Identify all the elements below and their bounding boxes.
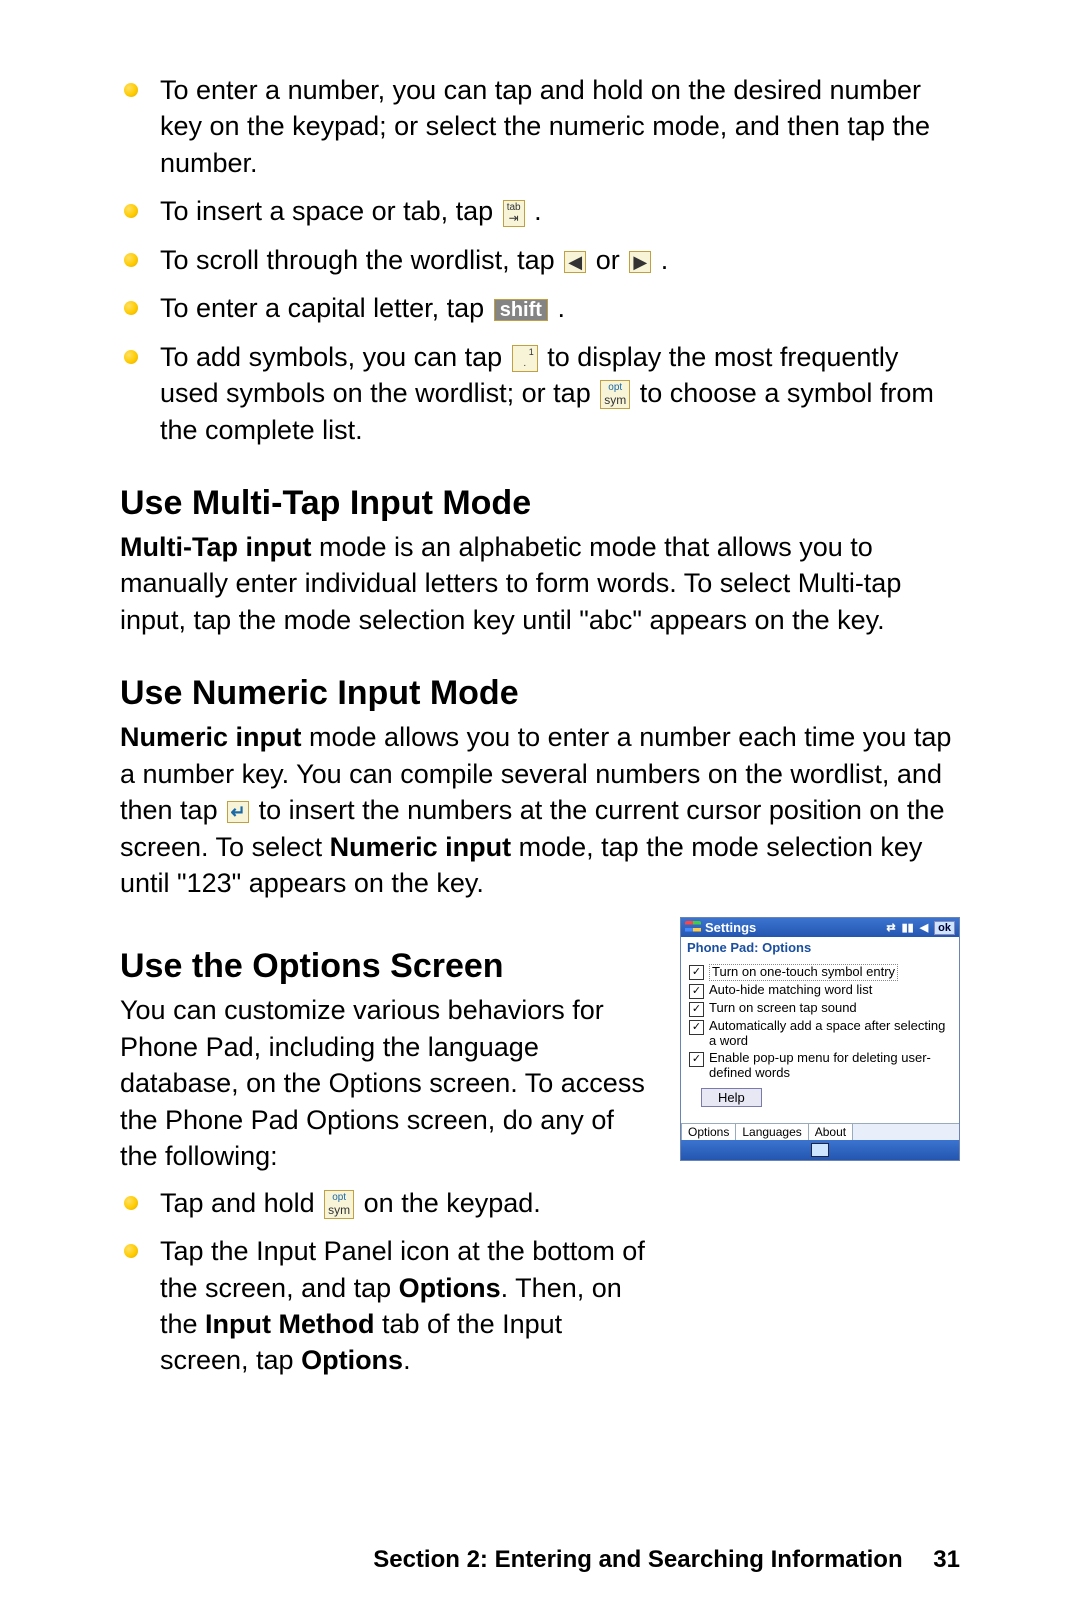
bullet-item: To enter a capital letter, tap shift . bbox=[120, 290, 960, 326]
ok-button[interactable]: ok bbox=[934, 921, 955, 935]
bold-text: Options bbox=[399, 1273, 501, 1303]
bullet-item: Tap and hold optsym on the keypad. bbox=[120, 1185, 656, 1221]
right-arrow-key-icon: ▶ bbox=[629, 251, 651, 273]
option-row[interactable]: ✓ Turn on one-touch symbol entry bbox=[689, 963, 951, 982]
bullet-text: To add symbols, you can tap bbox=[160, 342, 510, 372]
symbol-1-key-icon: 1. bbox=[512, 345, 538, 372]
window-titlebar: Settings ⇄ ▮▮ ◀ ok bbox=[681, 918, 959, 937]
bullet-item: To enter a number, you can tap and hold … bbox=[120, 72, 960, 181]
option-label: Auto-hide matching word list bbox=[709, 983, 872, 998]
bottom-bullet-list: Tap and hold optsym on the keypad. Tap t… bbox=[120, 1185, 656, 1379]
checkbox-icon[interactable]: ✓ bbox=[689, 1020, 704, 1035]
enter-key-icon: ↵ bbox=[227, 801, 249, 823]
heading-multi-tap: Use Multi-Tap Input Mode bbox=[120, 484, 960, 523]
bullet-text: To scroll through the wordlist, tap bbox=[160, 245, 562, 275]
heading-options: Use the Options Screen bbox=[120, 947, 656, 986]
bullet-item: To add symbols, you can tap 1. to displa… bbox=[120, 339, 960, 448]
bullet-text: . bbox=[534, 196, 542, 226]
opt-sym-key-icon: optsym bbox=[324, 1190, 354, 1219]
bold-text: Input Method bbox=[205, 1309, 374, 1339]
bullet-item: Tap the Input Panel icon at the bottom o… bbox=[120, 1233, 656, 1379]
paragraph-numeric: Numeric input mode allows you to enter a… bbox=[120, 719, 960, 901]
option-label: Automatically add a space after selectin… bbox=[709, 1019, 951, 1049]
options-checkbox-list: ✓ Turn on one-touch symbol entry ✓ Auto-… bbox=[681, 963, 959, 1123]
checkbox-icon[interactable]: ✓ bbox=[689, 1052, 704, 1067]
bullet-text: To insert a space or tab, tap bbox=[160, 196, 501, 226]
option-row[interactable]: ✓ Turn on screen tap sound bbox=[689, 1000, 951, 1018]
bold-text: Numeric input bbox=[330, 832, 512, 862]
option-label: Enable pop-up menu for deleting user-def… bbox=[709, 1051, 951, 1081]
bullet-text: on the keypad. bbox=[364, 1188, 541, 1218]
bullet-text: . bbox=[661, 245, 669, 275]
window-title: Settings bbox=[705, 920, 756, 935]
bottom-bar bbox=[681, 1140, 959, 1160]
tab-bar: Options Languages About bbox=[681, 1123, 959, 1140]
bold-text: Options bbox=[301, 1345, 403, 1375]
start-flag-icon bbox=[685, 921, 701, 935]
options-screenshot: Settings ⇄ ▮▮ ◀ ok Phone Pad: Options ✓ … bbox=[680, 917, 960, 1161]
panel-subtitle: Phone Pad: Options bbox=[681, 937, 959, 963]
help-button[interactable]: Help bbox=[701, 1088, 762, 1107]
tab-key-icon: tab⇥ bbox=[503, 200, 525, 227]
bullet-text: To enter a number, you can tap and hold … bbox=[160, 75, 930, 178]
connectivity-icon: ⇄ bbox=[886, 921, 895, 934]
heading-numeric: Use Numeric Input Mode bbox=[120, 674, 960, 713]
checkbox-icon[interactable]: ✓ bbox=[689, 965, 704, 980]
section-label: Section 2: Entering and Searching Inform… bbox=[373, 1546, 902, 1573]
option-row[interactable]: ✓ Auto-hide matching word list bbox=[689, 982, 951, 1000]
page-number: 31 bbox=[933, 1546, 960, 1573]
bullet-text: or bbox=[596, 245, 628, 275]
opt-sym-key-icon: optsym bbox=[600, 380, 630, 409]
bullet-item: To insert a space or tab, tap tab⇥ . bbox=[120, 193, 960, 229]
top-bullet-list: To enter a number, you can tap and hold … bbox=[120, 72, 960, 448]
bullet-text: To enter a capital letter, tap bbox=[160, 293, 492, 323]
option-row[interactable]: ✓ Automatically add a space after select… bbox=[689, 1018, 951, 1050]
tab-languages[interactable]: Languages bbox=[735, 1123, 808, 1140]
option-label: Turn on screen tap sound bbox=[709, 1001, 857, 1016]
paragraph-options: You can customize various behaviors for … bbox=[120, 992, 656, 1174]
option-label: Turn on one-touch symbol entry bbox=[709, 964, 898, 981]
input-panel-icon[interactable] bbox=[811, 1143, 829, 1157]
signal-icon: ▮▮ bbox=[902, 921, 914, 934]
bullet-text: . bbox=[557, 293, 565, 323]
bullet-text: . bbox=[403, 1345, 411, 1375]
tab-options[interactable]: Options bbox=[681, 1123, 736, 1140]
left-arrow-key-icon: ◀ bbox=[564, 251, 586, 273]
page-footer: Section 2: Entering and Searching Inform… bbox=[373, 1546, 960, 1574]
bold-text: Numeric input bbox=[120, 722, 302, 752]
checkbox-icon[interactable]: ✓ bbox=[689, 984, 704, 999]
option-row[interactable]: ✓ Enable pop-up menu for deleting user-d… bbox=[689, 1050, 951, 1082]
bold-text: Multi-Tap input bbox=[120, 532, 311, 562]
shift-key-icon: shift bbox=[494, 299, 548, 321]
speaker-icon: ◀ bbox=[920, 921, 928, 934]
checkbox-icon[interactable]: ✓ bbox=[689, 1002, 704, 1017]
bullet-text: Tap and hold bbox=[160, 1188, 322, 1218]
tab-about[interactable]: About bbox=[808, 1123, 853, 1140]
bullet-item: To scroll through the wordlist, tap ◀ or… bbox=[120, 242, 960, 278]
paragraph-multi-tap: Multi-Tap input mode is an alphabetic mo… bbox=[120, 529, 960, 638]
